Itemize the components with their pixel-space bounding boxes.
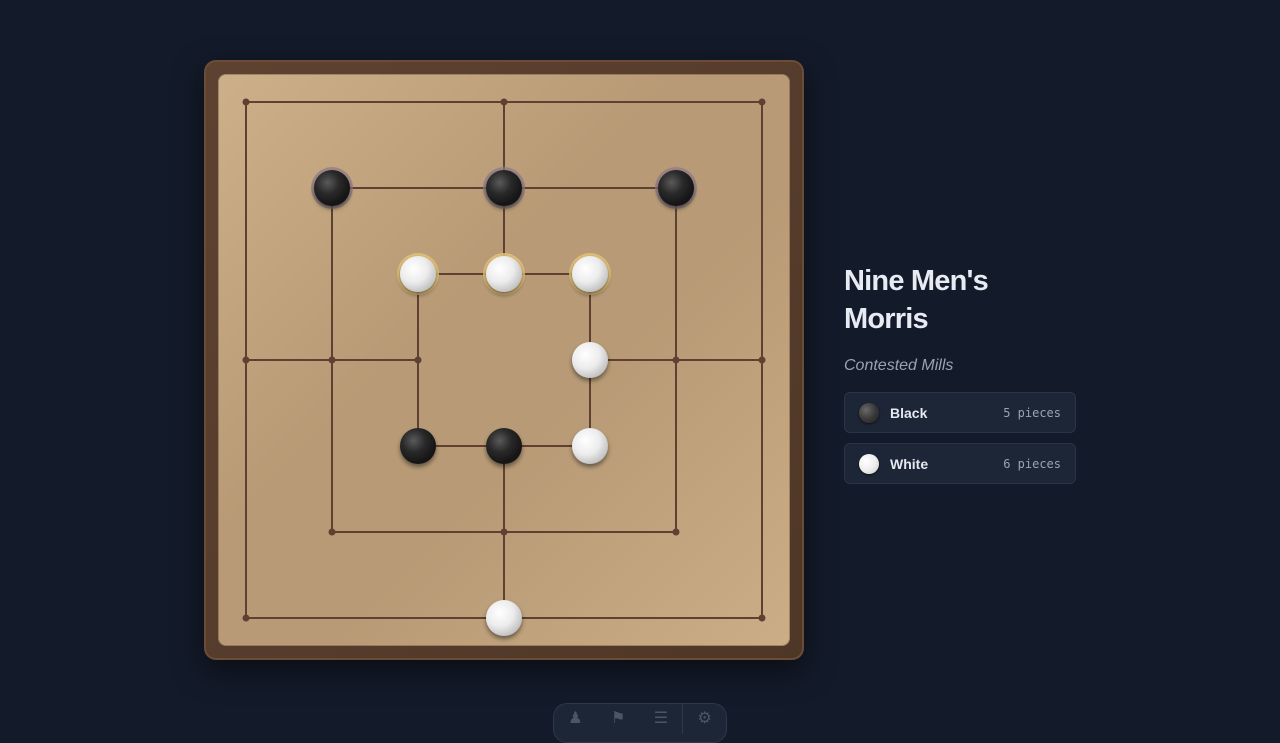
piece-body	[486, 428, 522, 464]
piece-body	[572, 256, 608, 292]
white-piece[interactable]	[572, 428, 608, 464]
game-board[interactable]	[0, 0, 1280, 720]
player-name: Black	[890, 404, 928, 421]
black-piece[interactable]	[483, 167, 525, 209]
piece-count: 5 pieces	[1003, 405, 1061, 420]
black-piece[interactable]	[311, 167, 353, 209]
white-piece[interactable]	[486, 600, 522, 636]
board-point[interactable]	[242, 614, 250, 622]
black-piece[interactable]	[486, 428, 522, 464]
flag-icon[interactable]: ⚑	[597, 710, 640, 738]
pawn-icon[interactable]: ♟	[554, 710, 597, 738]
board-point[interactable]	[758, 614, 766, 622]
board-square-3	[417, 273, 591, 447]
white-piece[interactable]	[397, 253, 439, 295]
board-point[interactable]	[758, 356, 766, 364]
board-point[interactable]	[242, 356, 250, 364]
piece-body	[572, 428, 608, 464]
board-point[interactable]	[672, 356, 680, 364]
player-card-white: White 6 pieces	[844, 443, 1076, 484]
player-card-black: Black 5 pieces	[844, 392, 1076, 433]
board-point[interactable]	[672, 528, 680, 536]
white-piece-icon	[859, 453, 879, 474]
black-piece-icon	[859, 402, 879, 423]
game-subtitle: Contested Mills	[844, 357, 954, 374]
piece-body	[486, 600, 522, 636]
board-point[interactable]	[328, 528, 336, 536]
info-panel: Nine Men's Morris Contested Mills Black …	[844, 262, 1076, 484]
piece-count: 6 pieces	[1003, 456, 1061, 471]
menu-icon[interactable]: ☰	[640, 710, 683, 738]
board-point[interactable]	[242, 98, 250, 106]
bottom-toolbar: ♟ ⚑ ☰ ⚙	[553, 703, 727, 743]
piece-body	[400, 256, 436, 292]
board-point[interactable]	[328, 356, 336, 364]
white-piece[interactable]	[483, 253, 525, 295]
white-piece[interactable]	[572, 342, 608, 378]
black-piece[interactable]	[400, 428, 436, 464]
piece-body	[314, 170, 350, 206]
piece-body	[400, 428, 436, 464]
piece-body	[486, 170, 522, 206]
black-piece[interactable]	[655, 167, 697, 209]
player-name: White	[890, 455, 929, 472]
board-point[interactable]	[414, 356, 422, 364]
piece-body	[658, 170, 694, 206]
white-piece[interactable]	[569, 253, 611, 295]
board-point[interactable]	[500, 528, 508, 536]
board-point[interactable]	[500, 98, 508, 106]
piece-body	[572, 342, 608, 378]
piece-body	[486, 256, 522, 292]
game-title: Nine Men's Morris	[844, 265, 989, 335]
board-point[interactable]	[758, 98, 766, 106]
gear-icon[interactable]: ⚙	[683, 710, 726, 738]
